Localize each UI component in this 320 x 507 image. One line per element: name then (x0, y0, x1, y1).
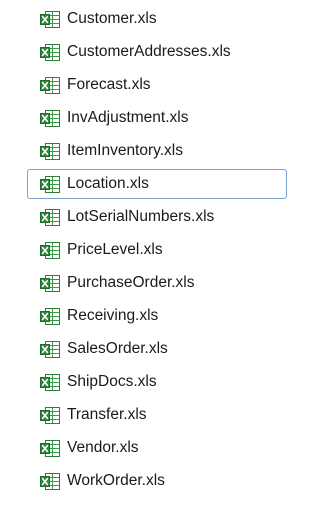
file-name: Forecast.xls (67, 76, 151, 93)
file-item-receiving[interactable]: Receiving.xls (0, 300, 291, 333)
selection-highlight (27, 169, 287, 199)
file-item-work-order[interactable]: WorkOrder.xls (0, 465, 291, 498)
file-item-location[interactable]: Location.xls (0, 168, 291, 201)
file-item-inv-adjustment[interactable]: InvAdjustment.xls (0, 102, 291, 135)
file-name: PurchaseOrder.xls (67, 274, 195, 291)
file-name: CustomerAddresses.xls (67, 43, 231, 60)
file-name: InvAdjustment.xls (67, 109, 189, 126)
file-item-vendor[interactable]: Vendor.xls (0, 432, 291, 465)
excel-spreadsheet-icon (40, 407, 60, 424)
file-item-item-inventory[interactable]: ItemInventory.xls (0, 135, 291, 168)
file-name: Location.xls (67, 175, 149, 192)
excel-spreadsheet-icon (40, 11, 60, 28)
file-name: Receiving.xls (67, 307, 159, 324)
excel-spreadsheet-icon (40, 44, 60, 61)
excel-spreadsheet-icon (40, 473, 60, 490)
file-item-price-level[interactable]: PriceLevel.xls (0, 234, 291, 267)
excel-spreadsheet-icon (40, 374, 60, 391)
excel-spreadsheet-icon (40, 143, 60, 160)
excel-spreadsheet-icon (40, 242, 60, 259)
excel-spreadsheet-icon (40, 176, 60, 193)
excel-spreadsheet-icon (40, 209, 60, 226)
file-item-ship-docs[interactable]: ShipDocs.xls (0, 366, 291, 399)
file-list: Customer.xls CustomerAddresses.xls Forec… (0, 0, 291, 507)
file-item-forecast[interactable]: Forecast.xls (0, 69, 291, 102)
excel-spreadsheet-icon (40, 308, 60, 325)
file-name: SalesOrder.xls (67, 340, 168, 357)
file-item-customer[interactable]: Customer.xls (0, 3, 291, 36)
file-name: LotSerialNumbers.xls (67, 208, 215, 225)
excel-spreadsheet-icon (40, 110, 60, 127)
file-name: WorkOrder.xls (67, 472, 165, 489)
excel-spreadsheet-icon (40, 77, 60, 94)
file-name: Customer.xls (67, 10, 157, 27)
file-name: Vendor.xls (67, 439, 139, 456)
excel-spreadsheet-icon (40, 440, 60, 457)
file-name: Transfer.xls (67, 406, 147, 423)
excel-spreadsheet-icon (40, 341, 60, 358)
excel-spreadsheet-icon (40, 275, 60, 292)
file-item-sales-order[interactable]: SalesOrder.xls (0, 333, 291, 366)
file-item-transfer[interactable]: Transfer.xls (0, 399, 291, 432)
file-item-lot-serial-numbers[interactable]: LotSerialNumbers.xls (0, 201, 291, 234)
file-name: ShipDocs.xls (67, 373, 157, 390)
file-item-purchase-order[interactable]: PurchaseOrder.xls (0, 267, 291, 300)
file-name: ItemInventory.xls (67, 142, 184, 159)
file-name: PriceLevel.xls (67, 241, 163, 258)
file-item-customer-addresses[interactable]: CustomerAddresses.xls (0, 36, 291, 69)
